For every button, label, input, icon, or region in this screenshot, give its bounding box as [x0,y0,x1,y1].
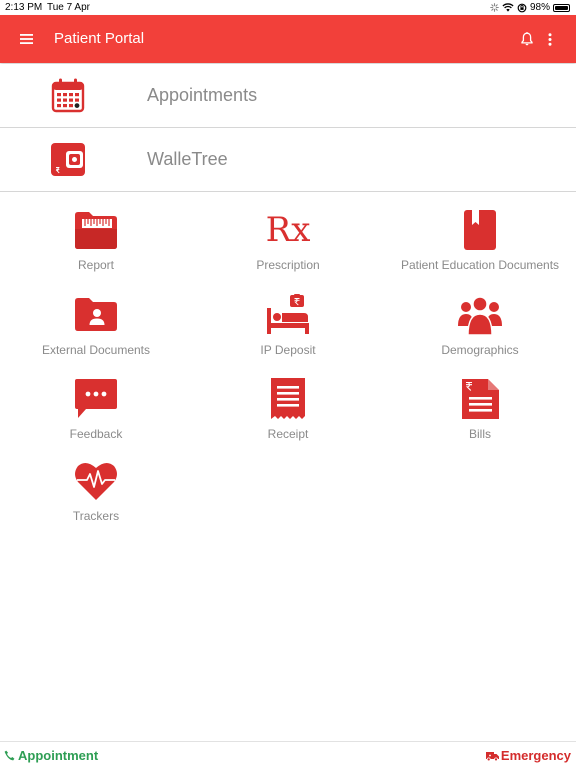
tile-external-documents-label: External Documents [41,343,151,357]
app-bar: Patient Portal [0,15,576,63]
walletree-label: WalleTree [147,149,228,169]
book-icon [464,210,496,250]
emergency-link[interactable]: Emergency [485,748,571,763]
people-group-icon [458,296,502,336]
tile-bills-label: Bills [468,427,491,441]
tile-report-label: Report [77,258,115,272]
app-screen: 2:13 PM Tue 7 Apr 98% Patient Portal App… [0,0,576,768]
ambulance-icon [485,751,499,761]
rx-glyph: Rx [265,210,311,250]
tile-trackers[interactable]: Trackers [0,460,192,540]
page-title: Patient Portal [54,30,145,47]
status-bar: 2:13 PM Tue 7 Apr 98% [0,0,576,15]
tile-bills[interactable]: Bills [384,378,576,458]
tile-trackers-label: Trackers [72,509,120,523]
emergency-link-label: Emergency [500,748,571,763]
heart-pulse-icon [75,462,117,500]
tile-receipt[interactable]: Receipt [192,378,384,458]
tile-feedback-label: Feedback [69,427,123,441]
more-options-button[interactable] [542,29,558,49]
hamburger-menu-icon [19,34,33,44]
wallet-icon [51,143,85,176]
rx-icon: Rx [265,209,311,251]
calendar-icon [51,78,85,113]
tile-ip-deposit-label: IP Deposit [260,343,316,357]
chat-bubble-icon [75,379,117,418]
appointment-link[interactable]: Appointment [4,748,98,763]
folder-report-icon [75,212,117,249]
status-indicators: 98% [490,2,570,13]
status-date: Tue 7 Apr [47,2,90,13]
appointments-label: Appointments [147,85,258,105]
appointments-row[interactable]: Appointments [0,64,576,128]
orientation-lock-icon [517,3,527,12]
loading-spinner-icon [490,3,499,12]
bell-icon [521,32,533,46]
tile-prescription-label: Prescription [256,258,320,272]
hospital-bed-icon [267,294,309,334]
folder-user-icon [75,298,117,331]
bottom-bar: Appointment Emergency [0,741,576,768]
tile-patient-education-label: Patient Education Documents [400,258,560,272]
receipt-icon [271,378,305,419]
tile-feedback[interactable]: Feedback [0,378,192,458]
status-time: 2:13 PM [5,2,43,13]
phone-icon [4,750,15,761]
tile-ip-deposit[interactable]: IP Deposit [192,294,384,374]
tile-prescription[interactable]: Rx Prescription [192,209,384,289]
bill-document-icon [462,379,499,419]
notifications-button[interactable] [517,29,537,49]
appointment-link-label: Appointment [18,748,99,763]
tile-receipt-label: Receipt [267,427,309,441]
tile-demographics[interactable]: Demographics [384,294,576,374]
tile-external-documents[interactable]: External Documents [0,294,192,374]
wifi-icon [502,3,514,12]
tile-report[interactable]: Report [0,209,192,289]
more-vertical-icon [548,32,552,46]
walletree-row[interactable]: WalleTree [0,128,576,192]
tile-patient-education[interactable]: Patient Education Documents [384,209,576,289]
battery-percentage: 98% [529,2,550,13]
tile-demographics-label: Demographics [441,343,519,357]
menu-button[interactable] [14,28,38,50]
battery-icon [553,3,570,12]
